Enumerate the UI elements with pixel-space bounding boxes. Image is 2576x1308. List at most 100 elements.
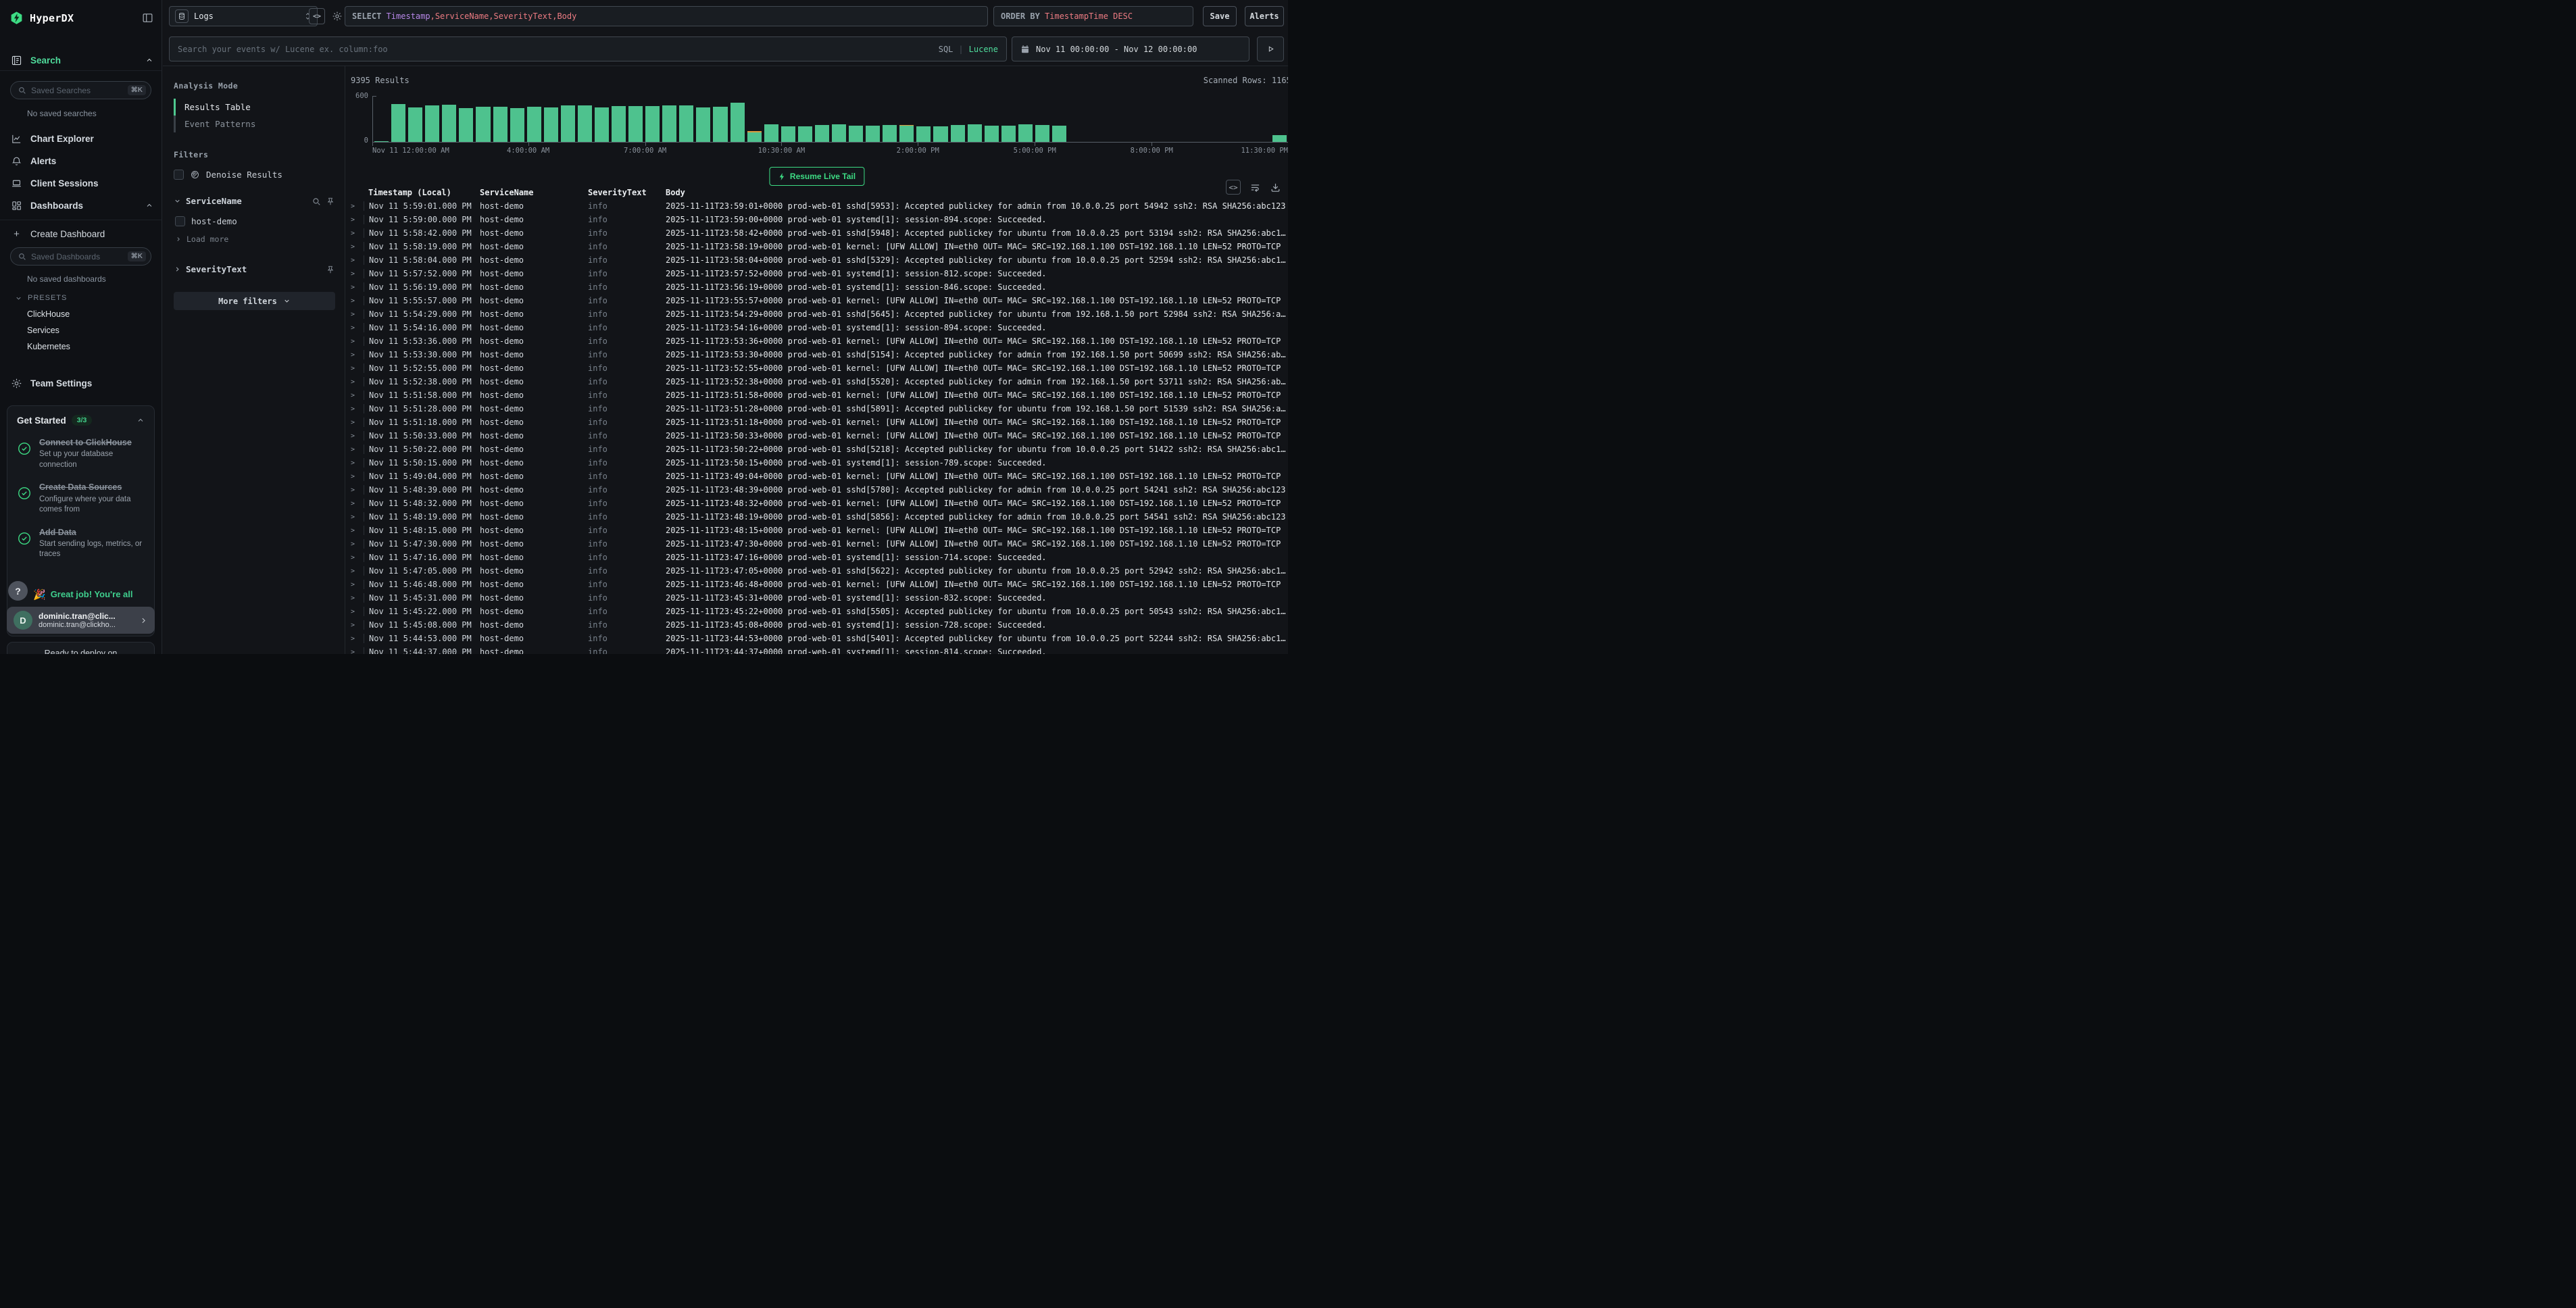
table-row[interactable]: >Nov 11 5:54:16.000 PMhost-demoinfo2025-… <box>351 321 1288 334</box>
table-row[interactable]: >Nov 11 5:48:15.000 PMhost-demoinfo2025-… <box>351 524 1288 537</box>
histogram-bar[interactable] <box>645 106 660 142</box>
histogram-bar[interactable] <box>764 124 778 142</box>
histogram-bar[interactable] <box>1035 125 1049 142</box>
histogram-bar[interactable] <box>899 126 914 142</box>
histogram-bar[interactable] <box>866 126 880 142</box>
table-row[interactable]: >Nov 11 5:47:05.000 PMhost-demoinfo2025-… <box>351 564 1288 578</box>
histogram-bar[interactable] <box>747 132 762 143</box>
code-view-button[interactable]: <> <box>309 8 325 24</box>
table-row[interactable]: >Nov 11 5:50:22.000 PMhost-demoinfo2025-… <box>351 443 1288 456</box>
table-row[interactable]: >Nov 11 5:57:52.000 PMhost-demoinfo2025-… <box>351 267 1288 280</box>
table-row[interactable]: >Nov 11 5:48:19.000 PMhost-demoinfo2025-… <box>351 510 1288 524</box>
histogram-bar-warn[interactable] <box>899 125 914 126</box>
table-row[interactable]: >Nov 11 5:52:38.000 PMhost-demoinfo2025-… <box>351 375 1288 388</box>
table-row[interactable]: >Nov 11 5:49:04.000 PMhost-demoinfo2025-… <box>351 470 1288 483</box>
histogram-bar[interactable] <box>985 126 999 142</box>
source-select[interactable]: Logs <box>169 6 318 26</box>
histogram-bar[interactable] <box>696 107 710 142</box>
histogram-bar[interactable] <box>459 108 473 142</box>
histogram-bar[interactable] <box>425 105 439 142</box>
histogram-bar[interactable] <box>1052 126 1066 142</box>
table-row[interactable]: >Nov 11 5:58:42.000 PMhost-demoinfo2025-… <box>351 226 1288 240</box>
col-timestamp[interactable]: Timestamp (Local) <box>364 188 480 197</box>
table-row[interactable]: >Nov 11 5:59:00.000 PMhost-demoinfo2025-… <box>351 213 1288 226</box>
sidebar-item-dashboards[interactable]: Dashboards <box>11 198 153 213</box>
histogram-bar[interactable] <box>561 105 575 142</box>
sidebar-item-client-sessions[interactable]: Client Sessions <box>11 176 153 191</box>
histogram-bar[interactable] <box>815 125 829 142</box>
table-row[interactable]: >Nov 11 5:45:31.000 PMhost-demoinfo2025-… <box>351 591 1288 605</box>
table-row[interactable]: >Nov 11 5:59:01.000 PMhost-demoinfo2025-… <box>351 199 1288 213</box>
sidebar-item-search[interactable]: Search <box>11 53 153 68</box>
table-row[interactable]: >Nov 11 5:45:08.000 PMhost-demoinfo2025-… <box>351 618 1288 632</box>
get-started-step-sources[interactable]: Create Data Sources Configure where your… <box>17 482 145 515</box>
table-row[interactable]: >Nov 11 5:55:57.000 PMhost-demoinfo2025-… <box>351 294 1288 307</box>
preset-services[interactable]: Services <box>27 326 59 335</box>
alerts-button[interactable]: Alerts <box>1245 6 1284 26</box>
histogram-bar[interactable] <box>916 126 931 142</box>
histogram-bar[interactable] <box>679 105 693 142</box>
table-row[interactable]: >Nov 11 5:46:48.000 PMhost-demoinfo2025-… <box>351 578 1288 591</box>
histogram-bar[interactable] <box>612 106 626 142</box>
presets-toggle[interactable]: PRESETS <box>15 294 67 302</box>
pin-icon[interactable] <box>326 265 335 274</box>
histogram-bar[interactable] <box>628 106 643 142</box>
deploy-teaser[interactable]: Ready to deploy on <box>7 642 155 654</box>
get-started-step-add-data[interactable]: Add Data Start sending logs, metrics, or… <box>17 527 145 560</box>
saved-dashboards-input[interactable]: Saved Dashboards ⌘K <box>10 247 151 266</box>
table-row[interactable]: >Nov 11 5:54:29.000 PMhost-demoinfo2025-… <box>351 307 1288 321</box>
table-row[interactable]: >Nov 11 5:51:18.000 PMhost-demoinfo2025-… <box>351 416 1288 429</box>
host-demo-checkbox[interactable] <box>175 216 185 226</box>
histogram-bar[interactable] <box>476 107 490 142</box>
load-more-button[interactable]: Load more <box>175 234 335 244</box>
language-toggle-sql[interactable]: SQL <box>939 45 953 54</box>
histogram-bar[interactable] <box>730 103 745 142</box>
histogram-bar-warn[interactable] <box>747 131 762 132</box>
filter-value-host-demo[interactable]: host-demo <box>175 216 335 226</box>
table-row[interactable]: >Nov 11 5:56:19.000 PMhost-demoinfo2025-… <box>351 280 1288 294</box>
more-filters-button[interactable]: More filters <box>174 292 335 310</box>
histogram-bar[interactable] <box>408 107 422 142</box>
help-button[interactable]: ? <box>8 581 28 601</box>
histogram-bar[interactable] <box>510 108 524 142</box>
table-row[interactable]: >Nov 11 5:53:30.000 PMhost-demoinfo2025-… <box>351 348 1288 361</box>
get-started-step-connect[interactable]: Connect to ClickHouse Set up your databa… <box>17 437 145 470</box>
table-row[interactable]: >Nov 11 5:50:33.000 PMhost-demoinfo2025-… <box>351 429 1288 443</box>
table-row[interactable]: >Nov 11 5:58:19.000 PMhost-demoinfo2025-… <box>351 240 1288 253</box>
histogram-bar[interactable] <box>544 107 558 142</box>
filter-group-servicename[interactable]: ServiceName <box>174 196 335 206</box>
histogram-bar[interactable] <box>798 126 812 142</box>
create-dashboard-button[interactable]: + Create Dashboard <box>11 226 153 241</box>
histogram-bar[interactable] <box>933 126 947 142</box>
sidebar-item-team-settings[interactable]: Team Settings <box>11 376 153 391</box>
save-button[interactable]: Save <box>1203 6 1237 26</box>
col-severitytext[interactable]: ⋮SeverityText <box>588 188 666 197</box>
table-row[interactable]: >Nov 11 5:47:30.000 PMhost-demoinfo2025-… <box>351 537 1288 551</box>
histogram-bar[interactable] <box>849 126 863 142</box>
chart-plot[interactable] <box>372 96 1288 142</box>
histogram-bar[interactable] <box>578 105 592 143</box>
table-row[interactable]: >Nov 11 5:50:15.000 PMhost-demoinfo2025-… <box>351 456 1288 470</box>
col-body[interactable]: ⋮Body <box>666 188 1288 197</box>
histogram-bar[interactable] <box>951 125 965 142</box>
analysis-mode-event-patterns[interactable]: Event Patterns <box>174 116 335 132</box>
histogram-bar[interactable] <box>493 107 507 142</box>
histogram-bar[interactable] <box>713 107 727 142</box>
histogram-bar[interactable] <box>442 105 456 142</box>
collapse-sidebar-icon[interactable] <box>142 12 153 24</box>
histogram-bar[interactable] <box>883 125 897 142</box>
time-range-picker[interactable]: Nov 11 00:00:00 - Nov 12 00:00:00 <box>1012 36 1249 61</box>
resume-live-tail-button[interactable]: Resume Live Tail <box>769 167 864 186</box>
table-row[interactable]: >Nov 11 5:44:53.000 PMhost-demoinfo2025-… <box>351 632 1288 645</box>
table-row[interactable]: >Nov 11 5:48:39.000 PMhost-demoinfo2025-… <box>351 483 1288 497</box>
table-row[interactable]: >Nov 11 5:53:36.000 PMhost-demoinfo2025-… <box>351 334 1288 348</box>
histogram-bar[interactable] <box>595 107 609 142</box>
analysis-mode-results-table[interactable]: Results Table <box>174 99 335 116</box>
histogram-bar[interactable] <box>527 107 541 142</box>
table-row[interactable]: >Nov 11 5:51:58.000 PMhost-demoinfo2025-… <box>351 388 1288 402</box>
histogram-bar[interactable] <box>1018 124 1033 142</box>
sidebar-item-alerts[interactable]: Alerts <box>11 153 153 168</box>
denoise-checkbox[interactable] <box>174 170 184 180</box>
preset-kubernetes[interactable]: Kubernetes <box>27 342 70 351</box>
table-row[interactable]: >Nov 11 5:52:55.000 PMhost-demoinfo2025-… <box>351 361 1288 375</box>
